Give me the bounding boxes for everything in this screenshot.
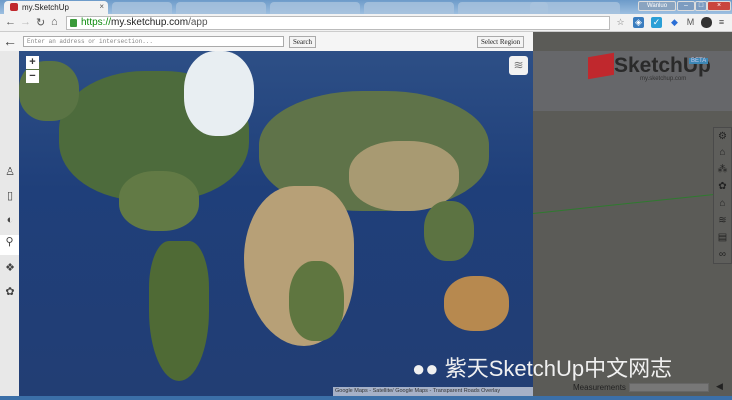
- materials-icon[interactable]: ✿: [3, 285, 17, 299]
- reload-icon[interactable]: ↻: [36, 16, 45, 29]
- home-icon[interactable]: ⌂: [51, 16, 58, 28]
- sketchup-logo-icon: [588, 52, 614, 80]
- url-path: /app: [188, 17, 208, 28]
- tab-blank[interactable]: [112, 2, 172, 14]
- tab-other[interactable]: [364, 2, 454, 14]
- tab-bar: my.SketchUp × Wanluo – □ ×: [0, 0, 732, 14]
- green-axis-line: [532, 192, 731, 214]
- url-host: my.sketchup.com: [111, 17, 189, 28]
- right-toolbar: ⚙ ⌂ ⁂ ✿ ⌂ ≋ ▤ ∞: [713, 127, 732, 264]
- windows-taskbar: [0, 396, 732, 400]
- components-icon[interactable]: ⁂: [714, 162, 731, 178]
- extension-icon[interactable]: ✓: [651, 17, 662, 28]
- tab-my-sketchup[interactable]: my.SketchUp ×: [4, 1, 108, 14]
- extension-icon[interactable]: ◆: [669, 17, 680, 28]
- zoom-in-button[interactable]: +: [26, 56, 39, 69]
- forward-icon[interactable]: →: [20, 16, 31, 28]
- brand-subtitle: my.sketchup.com: [640, 76, 687, 82]
- measurements-label: Measurements: [573, 383, 626, 392]
- components-icon[interactable]: ❖: [3, 261, 17, 275]
- scenes-icon[interactable]: ▤: [714, 230, 731, 246]
- watermark-text: 紫天SketchUp中文网志: [444, 356, 673, 381]
- beta-badge: BETA: [689, 58, 709, 64]
- location-toolbar: ← Enter an address or intersection... Se…: [0, 32, 533, 51]
- extension-icon[interactable]: ◈: [633, 17, 644, 28]
- tab-other[interactable]: [270, 2, 360, 14]
- layers-icon[interactable]: ≋: [714, 213, 731, 229]
- back-icon[interactable]: ←: [5, 16, 16, 28]
- search-button[interactable]: Search: [289, 36, 317, 48]
- user-icon[interactable]: ♙: [3, 165, 17, 179]
- location-pin-icon[interactable]: ⚲: [0, 235, 19, 255]
- address-bar-row: ← → ↻ ⌂ https://my.sketchup.com/app ☆ ◈ …: [0, 14, 732, 32]
- close-window-button[interactable]: ×: [707, 1, 731, 11]
- select-region-button[interactable]: Select Region: [477, 36, 525, 48]
- star-icon[interactable]: ☆: [615, 17, 626, 28]
- maximize-button[interactable]: □: [695, 1, 707, 11]
- layers-icon[interactable]: ≋: [509, 56, 528, 75]
- tab-title: my.SketchUp: [22, 3, 69, 12]
- tab-other[interactable]: [176, 2, 266, 14]
- gmail-icon[interactable]: M: [685, 17, 696, 28]
- lock-icon: [70, 19, 77, 27]
- watermark: ●● 紫天SketchUp中文网志: [412, 351, 672, 383]
- zoom-out-button[interactable]: −: [26, 70, 39, 83]
- wechat-icon: ●●: [412, 356, 439, 381]
- styles-icon[interactable]: ⌂: [714, 196, 731, 212]
- measurements-input[interactable]: [629, 383, 709, 392]
- menu-icon[interactable]: ≡: [716, 17, 727, 28]
- map-attribution: Google Maps - Satellite/ Google Maps - T…: [333, 387, 533, 396]
- warehouse-icon[interactable]: ◐: [3, 213, 17, 227]
- tab-other[interactable]: [530, 2, 620, 14]
- megaphone-icon[interactable]: ◀: [716, 381, 723, 392]
- extension-icon[interactable]: [701, 17, 712, 28]
- minimize-button[interactable]: –: [677, 1, 695, 11]
- close-tab-icon[interactable]: ×: [99, 2, 104, 11]
- address-search-input[interactable]: Enter an address or intersection...: [23, 36, 284, 47]
- profile-button[interactable]: Wanluo: [638, 1, 676, 11]
- satellite-map[interactable]: [19, 51, 533, 396]
- education-icon[interactable]: ⌂: [714, 145, 731, 161]
- glasses-icon[interactable]: ∞: [714, 247, 731, 263]
- sketchup-favicon: [10, 3, 18, 11]
- materials-icon[interactable]: ✿: [714, 179, 731, 195]
- left-sidebar: ♙ ▯ ◐ ⚲ ❖ ✿: [0, 51, 19, 396]
- document-icon[interactable]: ▯: [3, 189, 17, 203]
- instructor-icon[interactable]: ⚙: [714, 129, 731, 145]
- back-arrow-icon[interactable]: ←: [3, 33, 17, 49]
- url-field[interactable]: https://my.sketchup.com/app: [66, 16, 610, 30]
- url-scheme: https://: [81, 17, 112, 28]
